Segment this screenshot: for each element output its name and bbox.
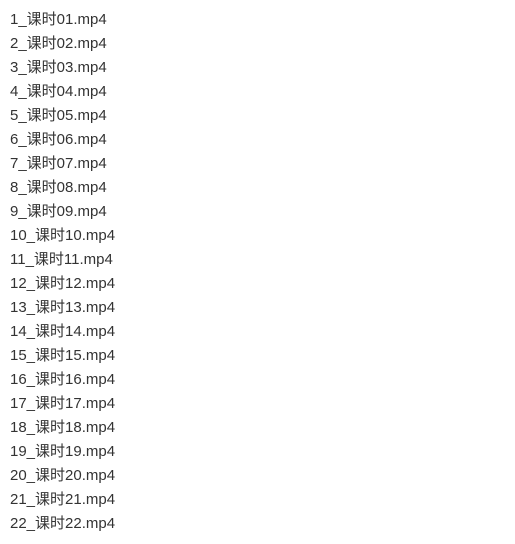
file-name: 11_课时11.mp4 xyxy=(10,251,113,268)
file-name: 4_课时04.mp4 xyxy=(10,83,107,100)
file-name: 13_课时13.mp4 xyxy=(10,299,115,316)
file-item[interactable]: 20_课时20.mp4 xyxy=(10,464,505,488)
file-name: 7_课时07.mp4 xyxy=(10,155,107,172)
file-item[interactable]: 2_课时02.mp4 xyxy=(10,32,505,56)
file-name: 15_课时15.mp4 xyxy=(10,347,115,364)
file-item[interactable]: 16_课时16.mp4 xyxy=(10,368,505,392)
file-name: 14_课时14.mp4 xyxy=(10,323,115,340)
file-name: 9_课时09.mp4 xyxy=(10,203,107,220)
file-name: 8_课时08.mp4 xyxy=(10,179,107,196)
file-item[interactable]: 1_课时01.mp4 xyxy=(10,8,505,32)
file-item[interactable]: 6_课时06.mp4 xyxy=(10,128,505,152)
file-name: 12_课时12.mp4 xyxy=(10,275,115,292)
file-item[interactable]: 13_课时13.mp4 xyxy=(10,296,505,320)
file-name: 10_课时10.mp4 xyxy=(10,227,115,244)
file-name: 3_课时03.mp4 xyxy=(10,59,107,76)
file-list: 1_课时01.mp4 2_课时02.mp4 3_课时03.mp4 4_课时04.… xyxy=(10,8,505,536)
file-item[interactable]: 9_课时09.mp4 xyxy=(10,200,505,224)
file-item[interactable]: 14_课时14.mp4 xyxy=(10,320,505,344)
file-name: 20_课时20.mp4 xyxy=(10,467,115,484)
file-name: 17_课时17.mp4 xyxy=(10,395,115,412)
file-item[interactable]: 18_课时18.mp4 xyxy=(10,416,505,440)
file-item[interactable]: 11_课时11.mp4 xyxy=(10,248,505,272)
file-name: 5_课时05.mp4 xyxy=(10,107,107,124)
file-item[interactable]: 8_课时08.mp4 xyxy=(10,176,505,200)
file-item[interactable]: 21_课时21.mp4 xyxy=(10,488,505,512)
file-name: 22_课时22.mp4 xyxy=(10,515,115,532)
file-name: 19_课时19.mp4 xyxy=(10,443,115,460)
file-item[interactable]: 4_课时04.mp4 xyxy=(10,80,505,104)
file-item[interactable]: 15_课时15.mp4 xyxy=(10,344,505,368)
file-item[interactable]: 19_课时19.mp4 xyxy=(10,440,505,464)
file-name: 1_课时01.mp4 xyxy=(10,11,107,28)
file-name: 2_课时02.mp4 xyxy=(10,35,107,52)
file-item[interactable]: 22_课时22.mp4 xyxy=(10,512,505,536)
file-name: 18_课时18.mp4 xyxy=(10,419,115,436)
file-item[interactable]: 7_课时07.mp4 xyxy=(10,152,505,176)
file-item[interactable]: 5_课时05.mp4 xyxy=(10,104,505,128)
file-item[interactable]: 3_课时03.mp4 xyxy=(10,56,505,80)
file-item[interactable]: 12_课时12.mp4 xyxy=(10,272,505,296)
file-item[interactable]: 10_课时10.mp4 xyxy=(10,224,505,248)
file-name: 21_课时21.mp4 xyxy=(10,491,115,508)
file-item[interactable]: 17_课时17.mp4 xyxy=(10,392,505,416)
file-name: 6_课时06.mp4 xyxy=(10,131,107,148)
file-name: 16_课时16.mp4 xyxy=(10,371,115,388)
